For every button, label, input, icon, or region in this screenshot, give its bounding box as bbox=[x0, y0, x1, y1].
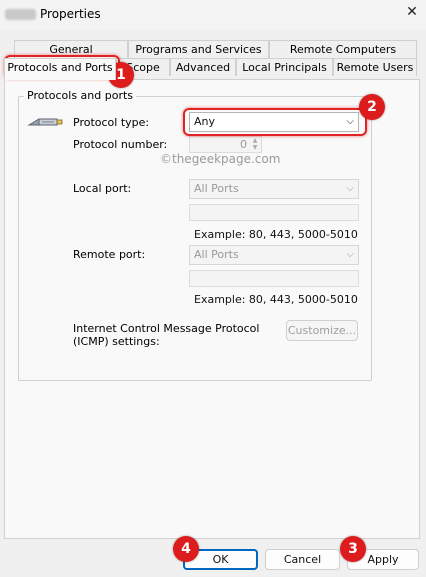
customize-button[interactable]: Customize... bbox=[286, 320, 358, 341]
local-port-input[interactable] bbox=[189, 204, 359, 221]
callout-badge-3: 3 bbox=[340, 536, 366, 562]
watermark: ©thegeekpage.com bbox=[160, 152, 281, 166]
cancel-button[interactable]: Cancel bbox=[265, 549, 340, 570]
tab-remote-users[interactable]: Remote Users bbox=[333, 58, 417, 76]
group-label: Protocols and ports bbox=[24, 89, 137, 102]
protocol-number-label: Protocol number: bbox=[73, 138, 168, 151]
callout-box-protocol-type bbox=[183, 108, 367, 136]
local-port-example: Example: 80, 443, 5000-5010 bbox=[194, 228, 358, 241]
tab-advanced[interactable]: Advanced bbox=[170, 58, 236, 76]
protocol-number-value: 0 bbox=[240, 138, 247, 151]
icmp-label-line1: Internet Control Message Protocol bbox=[73, 322, 260, 335]
network-cable-icon bbox=[27, 113, 63, 131]
protocol-type-label: Protocol type: bbox=[73, 116, 150, 129]
local-port-label: Local port: bbox=[73, 182, 132, 195]
callout-badge-2: 2 bbox=[359, 94, 385, 120]
tab-protocols-and-ports[interactable]: Protocols and Ports bbox=[4, 58, 116, 80]
chevron-down-icon: ⌵ bbox=[346, 183, 354, 194]
tab-local-principals[interactable]: Local Principals bbox=[236, 58, 333, 76]
spinner-arrows-icon: ▲ ▼ bbox=[252, 137, 258, 151]
tab-remote-computers[interactable]: Remote Computers bbox=[269, 40, 417, 58]
local-port-dropdown[interactable]: All Ports ⌵ bbox=[189, 179, 359, 199]
callout-badge-4: 4 bbox=[173, 536, 199, 562]
remote-port-value: All Ports bbox=[194, 248, 239, 261]
remote-port-dropdown[interactable]: All Ports ⌵ bbox=[189, 245, 359, 265]
window-title: Properties bbox=[40, 7, 101, 21]
tab-programs-and-services[interactable]: Programs and Services bbox=[128, 40, 269, 58]
remote-port-input[interactable] bbox=[189, 270, 359, 287]
blurred-rule-name bbox=[5, 9, 36, 20]
remote-port-example: Example: 80, 443, 5000-5010 bbox=[194, 293, 358, 306]
chevron-down-icon: ⌵ bbox=[346, 249, 354, 260]
close-icon[interactable]: ✕ bbox=[404, 4, 420, 22]
remote-port-label: Remote port: bbox=[73, 248, 146, 261]
protocol-number-spinner[interactable]: 0 ▲ ▼ bbox=[189, 136, 262, 153]
icmp-label-line2: (ICMP) settings: bbox=[73, 335, 160, 348]
local-port-value: All Ports bbox=[194, 182, 239, 195]
